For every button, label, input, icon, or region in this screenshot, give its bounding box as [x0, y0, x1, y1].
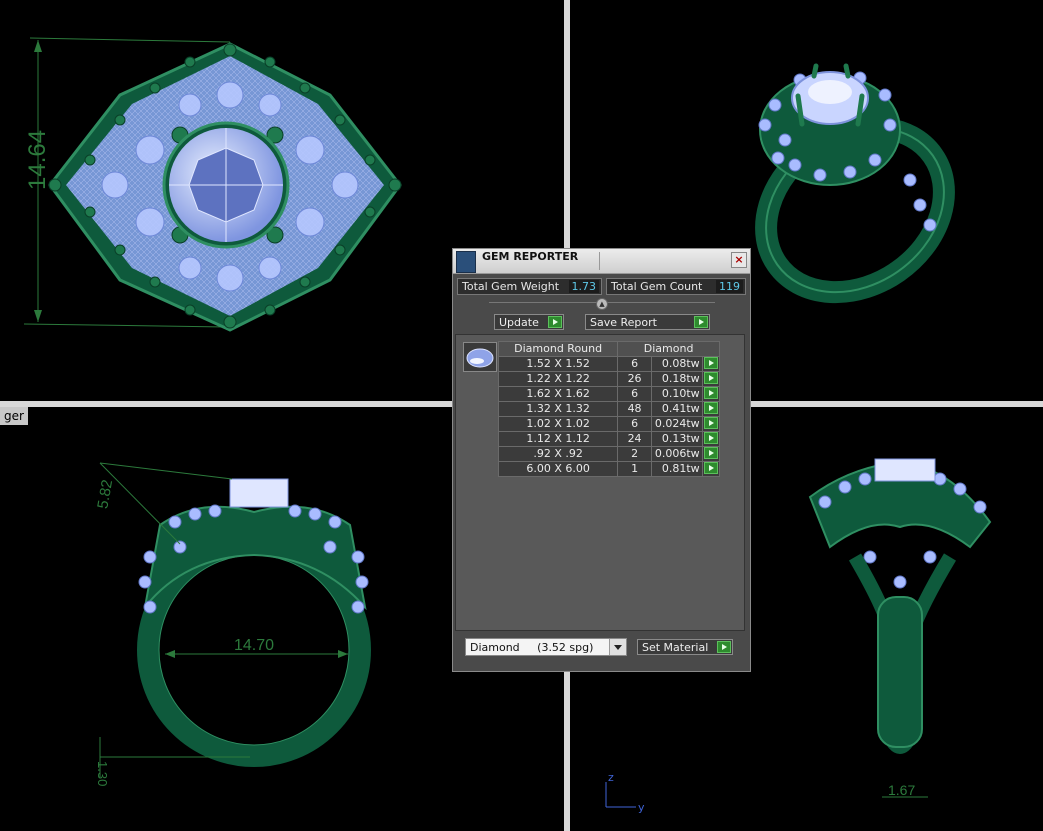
total-gem-count-label: Total Gem Count — [611, 280, 703, 293]
gem-weight-cell: 0.81tw — [650, 461, 703, 477]
gem-size-cell: 1.62 X 1.62 — [497, 386, 619, 402]
gem-size-cell: 1.52 X 1.52 — [497, 356, 619, 372]
row-select-button[interactable] — [701, 371, 721, 387]
play-arrow-icon — [704, 432, 718, 444]
play-arrow-icon — [717, 641, 731, 653]
gem-size-cell: 1.12 X 1.12 — [497, 431, 619, 447]
play-arrow-icon — [704, 357, 718, 369]
diamond-round-icon — [466, 348, 494, 368]
gem-table-row[interactable]: .92 X .92 2 0.006tw — [497, 446, 721, 462]
dialog-title: GEM REPORTER — [482, 250, 579, 263]
gem-table-row[interactable]: 6.00 X 6.00 1 0.81tw — [497, 461, 721, 477]
total-gem-weight-value: 1.73 — [568, 280, 599, 293]
dim-line-bottom — [23, 323, 227, 328]
gem-reporter-dialog: GEM REPORTER × Total Gem Weight 1.73 Tot… — [452, 248, 751, 672]
gem-count-cell: 6 — [617, 386, 652, 402]
gem-weight-cell: 0.006tw — [650, 446, 703, 462]
save-report-button[interactable]: Save Report — [585, 314, 710, 330]
play-arrow-icon — [704, 447, 718, 459]
titlebar-divider — [599, 252, 600, 270]
viewport-label[interactable]: ger — [0, 407, 28, 425]
gem-table-row[interactable]: 1.52 X 1.52 6 0.08tw — [497, 356, 721, 372]
gem-weight-cell: 0.10tw — [650, 386, 703, 402]
row-select-button[interactable] — [701, 446, 721, 462]
gem-table: Diamond Round Diamond 1.52 X 1.52 6 0.08tw… — [497, 341, 721, 477]
center-diamond — [229, 478, 289, 508]
row-select-button[interactable] — [701, 356, 721, 372]
update-button-label: Update — [499, 316, 539, 329]
play-arrow-icon — [548, 316, 562, 328]
gem-size-cell: 1.32 X 1.32 — [497, 401, 619, 417]
row-select-button[interactable] — [701, 386, 721, 402]
gem-weight-cell: 0.024tw — [650, 416, 703, 432]
gem-count-cell: 6 — [617, 416, 652, 432]
play-arrow-icon — [704, 417, 718, 429]
dim-text-width: 14.70 — [234, 637, 274, 654]
gem-weight-cell: 0.08tw — [650, 356, 703, 372]
gem-thumbnail[interactable] — [463, 342, 497, 372]
total-gem-weight-label: Total Gem Weight — [462, 280, 560, 293]
row-select-button[interactable] — [701, 431, 721, 447]
ring-shank — [877, 596, 923, 748]
dim-line-top — [29, 37, 231, 43]
gem-table-row[interactable]: 1.12 X 1.12 24 0.13tw — [497, 431, 721, 447]
dialog-titlebar[interactable]: GEM REPORTER × — [453, 249, 750, 274]
gem-size-cell: 1.22 X 1.22 — [497, 371, 619, 387]
gem-table-row[interactable]: 1.32 X 1.32 48 0.41tw — [497, 401, 721, 417]
gem-table-header: Diamond Round Diamond — [497, 341, 720, 357]
update-button[interactable]: Update — [494, 314, 564, 330]
dim-text-height: 5.82 — [94, 478, 116, 510]
total-gem-count: Total Gem Count 119 — [606, 278, 746, 295]
material-select[interactable]: Diamond (3.52 spg) — [465, 638, 627, 656]
play-arrow-icon — [694, 316, 708, 328]
gem-count-cell: 6 — [617, 356, 652, 372]
gem-weight-cell: 0.13tw — [650, 431, 703, 447]
center-diamond — [874, 458, 936, 482]
gem-count-cell: 1 — [617, 461, 652, 477]
axis-z-label: z — [608, 771, 614, 784]
play-arrow-icon — [704, 402, 718, 414]
gem-weight-cell: 0.41tw — [650, 401, 703, 417]
material-select-value: Diamond (3.52 spg) — [470, 641, 594, 654]
gem-count-cell: 26 — [617, 371, 652, 387]
dim-text-height: 14.64 — [24, 130, 51, 190]
gem-size-cell: 6.00 X 6.00 — [497, 461, 619, 477]
save-report-button-label: Save Report — [590, 316, 657, 329]
total-gem-weight: Total Gem Weight 1.73 — [457, 278, 602, 295]
row-select-button[interactable] — [701, 401, 721, 417]
play-arrow-icon — [704, 462, 718, 474]
axis-y-label: y — [638, 801, 645, 814]
dim-text-shank: 1.30 — [95, 761, 110, 786]
row-select-button[interactable] — [701, 416, 721, 432]
dim-text-shank: 1.67 — [888, 782, 915, 798]
total-gem-count-value: 119 — [716, 280, 743, 293]
chevron-down-icon[interactable] — [609, 639, 626, 655]
header-material: Diamond — [617, 341, 720, 357]
header-shape: Diamond Round — [497, 341, 619, 357]
gem-size-cell: 1.02 X 1.02 — [497, 416, 619, 432]
gem-reporter-app-icon — [456, 251, 476, 273]
gem-table-row[interactable]: 1.22 X 1.22 26 0.18tw — [497, 371, 721, 387]
play-arrow-icon — [704, 387, 718, 399]
collapse-toggle-icon[interactable]: ▲ — [596, 298, 608, 310]
gem-weight-cell: 0.18tw — [650, 371, 703, 387]
play-arrow-icon — [704, 372, 718, 384]
row-select-button[interactable] — [701, 461, 721, 477]
set-material-button[interactable]: Set Material — [637, 639, 733, 655]
set-material-button-label: Set Material — [642, 641, 709, 654]
gem-list-panel: Diamond Round Diamond 1.52 X 1.52 6 0.08tw… — [455, 334, 745, 631]
close-button[interactable]: × — [731, 252, 747, 268]
gem-count-cell: 24 — [617, 431, 652, 447]
gem-table-row[interactable]: 1.62 X 1.62 6 0.10tw — [497, 386, 721, 402]
gem-count-cell: 48 — [617, 401, 652, 417]
gem-count-cell: 2 — [617, 446, 652, 462]
gem-size-cell: .92 X .92 — [497, 446, 619, 462]
gem-table-row[interactable]: 1.02 X 1.02 6 0.024tw — [497, 416, 721, 432]
